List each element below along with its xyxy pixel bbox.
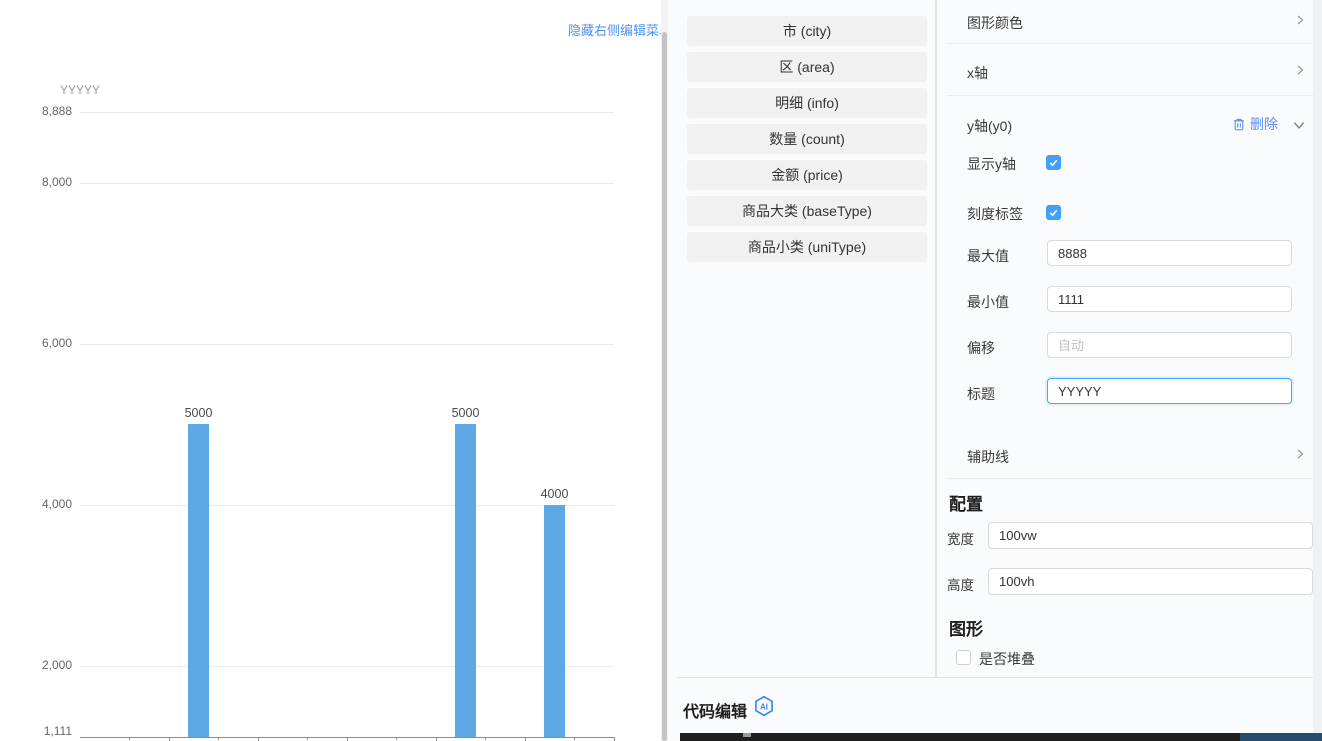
- show-y-axis-label: 显示y轴: [967, 154, 1016, 174]
- y-tick-label: 4,000: [0, 497, 72, 511]
- chart-editor-app: 8,888 8,000 6,000 4,000 2,000 1,111 5000 5000 40…: [0, 0, 1322, 741]
- y-gridline: [80, 666, 614, 667]
- section-divider: [947, 478, 1313, 479]
- field-chip[interactable]: 商品大类 (baseType): [687, 196, 927, 226]
- field-chip[interactable]: 数量 (count): [687, 124, 927, 154]
- delete-y-axis-button[interactable]: 删除: [1232, 114, 1278, 134]
- graph-color-label: 图形颜色: [967, 13, 1023, 33]
- field-chip-label: 区 (area): [779, 57, 834, 77]
- field-chip[interactable]: 区 (area): [687, 52, 927, 82]
- x-axis-label: x轴: [967, 63, 988, 83]
- bar-value-label: 5000: [444, 406, 488, 420]
- field-chip[interactable]: 金额 (price): [687, 160, 927, 190]
- axis-title-label: 标题: [967, 384, 995, 404]
- field-chip-label: 市 (city): [783, 21, 831, 41]
- x-axis-row[interactable]: [937, 44, 1313, 95]
- x-axis-tick: [129, 737, 130, 740]
- shape-section-heading: 图形: [949, 615, 983, 640]
- field-chip-label: 明细 (info): [775, 93, 839, 113]
- max-value-label: 最大值: [967, 246, 1009, 266]
- y-gridline: [80, 505, 614, 506]
- axis-title-input[interactable]: [1047, 378, 1292, 404]
- x-axis-tick: [307, 737, 308, 740]
- bar: [188, 424, 209, 737]
- trash-icon: [1232, 117, 1246, 132]
- field-chip-label: 金额 (price): [771, 165, 843, 185]
- row-divider: [947, 95, 1313, 96]
- x-axis-tick: [574, 737, 575, 740]
- min-value-label: 最小值: [967, 292, 1009, 312]
- bar-chart: 8,888 8,000 6,000 4,000 2,000 1,111 5000 5000 40…: [0, 0, 660, 741]
- tick-labels-checkbox[interactable]: [1046, 205, 1061, 220]
- y-axis-title: YYYYY: [60, 83, 100, 97]
- height-input[interactable]: [988, 568, 1313, 595]
- field-chip[interactable]: 市 (city): [687, 16, 927, 46]
- x-axis-tick: [347, 737, 348, 741]
- svg-text:AI: AI: [760, 702, 768, 711]
- delete-label: 删除: [1250, 114, 1278, 134]
- y-tick-label: 2,000: [0, 658, 72, 672]
- chevron-right-icon: [1294, 448, 1306, 460]
- code-editor[interactable]: [680, 733, 1322, 741]
- min-value-input[interactable]: [1047, 286, 1292, 312]
- x-axis-tick: [525, 737, 526, 741]
- check-icon: [1048, 157, 1059, 168]
- field-chip[interactable]: 商品小类 (uniType): [687, 232, 927, 262]
- y-tick-label: 8,000: [0, 175, 72, 189]
- helper-lines-label: 辅助线: [967, 447, 1009, 467]
- field-chip-label: 数量 (count): [769, 129, 844, 149]
- offset-input[interactable]: [1047, 332, 1292, 358]
- code-editor-minimap[interactable]: [1240, 733, 1322, 741]
- left-scrollbar-thumb[interactable]: [662, 32, 667, 741]
- ai-icon[interactable]: AI: [753, 695, 775, 717]
- max-value-input[interactable]: [1047, 240, 1292, 266]
- chevron-right-icon: [1294, 64, 1306, 76]
- bar: [455, 424, 476, 737]
- chevron-down-icon[interactable]: [1292, 118, 1306, 132]
- field-chip[interactable]: 明细 (info): [687, 88, 927, 118]
- x-axis-tick: [614, 737, 615, 741]
- x-axis-tick: [436, 737, 437, 741]
- y-tick-label: 6,000: [0, 336, 72, 350]
- check-icon: [1048, 207, 1059, 218]
- code-edit-heading: 代码编辑: [683, 698, 747, 722]
- stack-label: 是否堆叠: [979, 649, 1035, 669]
- code-editor-cursor: [743, 733, 751, 737]
- config-section-heading: 配置: [949, 490, 983, 515]
- x-axis-tick: [258, 737, 259, 741]
- stack-checkbox[interactable]: [956, 650, 971, 665]
- x-axis-tick: [218, 737, 219, 740]
- bar-value-label: 5000: [177, 406, 221, 420]
- code-section-divider: [677, 677, 1322, 678]
- field-chip-label: 商品大类 (baseType): [742, 201, 872, 221]
- y-gridline: [80, 344, 614, 345]
- field-chip-label: 商品小类 (uniType): [748, 237, 866, 257]
- bar-value-label: 4000: [533, 487, 577, 501]
- y-gridline: [80, 112, 614, 113]
- offset-label: 偏移: [967, 338, 995, 358]
- bar: [544, 505, 565, 737]
- width-input[interactable]: [988, 522, 1313, 549]
- y-gridline: [80, 183, 614, 184]
- panel-divider: [935, 0, 937, 677]
- chevron-right-icon: [1294, 14, 1306, 26]
- x-axis-tick: [485, 737, 486, 740]
- x-axis-tick: [169, 737, 170, 741]
- right-scrollbar-track[interactable]: [1313, 0, 1322, 733]
- y-axis-section-label: y轴(y0): [967, 116, 1012, 136]
- x-axis-tick: [396, 737, 397, 740]
- height-label: 高度: [947, 574, 974, 594]
- tick-labels-label: 刻度标签: [967, 204, 1023, 224]
- width-label: 宽度: [947, 528, 974, 548]
- y-tick-label: 8,888: [0, 104, 72, 118]
- hide-editor-menu-link[interactable]: 隐藏右侧编辑菜单: [568, 20, 672, 39]
- y-tick-label: 1,111: [0, 724, 72, 738]
- chart-preview-panel: 8,888 8,000 6,000 4,000 2,000 1,111 5000 5000 40…: [0, 0, 660, 741]
- show-y-axis-checkbox[interactable]: [1046, 155, 1061, 170]
